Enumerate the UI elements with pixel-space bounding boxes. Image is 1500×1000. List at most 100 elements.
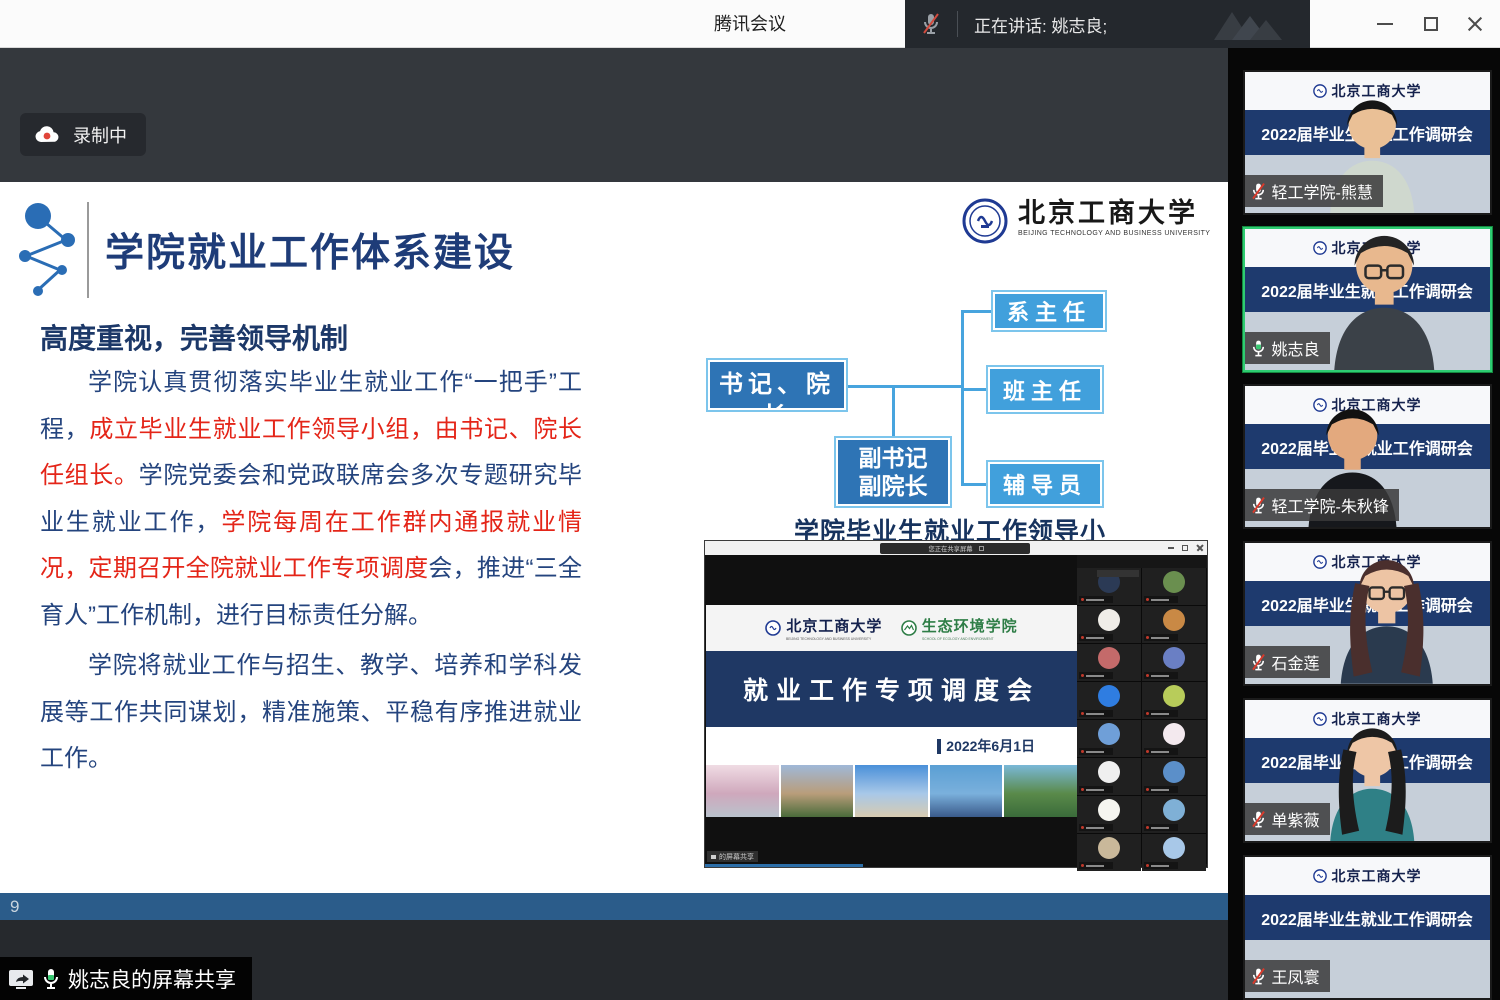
mic-muted-icon xyxy=(1251,967,1266,986)
inner-name-label xyxy=(1079,786,1113,793)
org-connector xyxy=(892,385,895,440)
inner-name-label xyxy=(1079,634,1113,641)
inner-name-label xyxy=(1144,672,1178,679)
virtual-bg-logo-band: 北京工商大学 xyxy=(1245,857,1490,895)
participants-sidebar: 北京工商大学 2022届毕业生就业工作调研会 轻工学院-熊慧 北京工商大学 20… xyxy=(1228,48,1500,1000)
inner-name-label xyxy=(1144,786,1178,793)
virtual-bg-university-name: 北京工商大学 xyxy=(1332,866,1422,886)
participant-name-tag: 王凤寰 xyxy=(1245,960,1330,992)
recording-badge[interactable]: 录制中 xyxy=(20,113,146,156)
inner-mic-muted-icon xyxy=(1146,636,1149,639)
slide-body-text: 学院认真贯彻落实毕业生就业工作“一把手”工程，成立毕业生就业工作领导小组，由书记… xyxy=(40,360,582,783)
participant-name-tag: 轻工学院-朱秋锋 xyxy=(1245,489,1399,521)
inner-participant-tile xyxy=(1077,796,1141,833)
inner-mic-muted-icon xyxy=(1146,674,1149,677)
inner-participant-tile xyxy=(1142,568,1206,605)
inner-pill-icon xyxy=(979,546,984,551)
inner-logo-ecology: 生态环境学院 SCHOOL OF ECOLOGY AND ENVIRONMENT xyxy=(901,615,1018,641)
inner-participant-tile xyxy=(1077,644,1141,681)
inner-logo-ecology-name: 生态环境学院 xyxy=(922,615,1018,636)
participant-video-tile[interactable]: 北京工商大学 2022届毕业生就业工作调研会 轻工学院-朱秋锋 xyxy=(1243,384,1492,529)
inner-participant-tile xyxy=(1142,796,1206,833)
inner-participant-tile xyxy=(1142,720,1206,757)
speaking-status-text: 正在讲话: 姚志良; xyxy=(974,12,1107,37)
mic-muted-icon xyxy=(1251,810,1266,829)
org-connector xyxy=(846,385,964,388)
inner-participant-tile xyxy=(1142,834,1206,871)
campus-photo-strip xyxy=(706,765,1077,817)
inner-name-label xyxy=(1144,710,1178,717)
recording-label: 录制中 xyxy=(73,122,127,148)
inner-avatar xyxy=(1098,837,1120,859)
inner-avatar xyxy=(1163,571,1185,593)
campus-photo xyxy=(781,765,854,817)
shared-screen-top-strip: 录制中 xyxy=(0,48,1228,182)
mic-on-icon xyxy=(42,967,60,991)
paragraph-1: 学院认真贯彻落实毕业生就业工作“一把手”工程，成立毕业生就业工作领导小组，由书记… xyxy=(40,360,582,639)
inner-avatar xyxy=(1163,723,1185,745)
participant-video-tile[interactable]: 北京工商大学 2022届毕业生就业工作调研会 姚志良 xyxy=(1243,227,1492,372)
inner-name-label xyxy=(1144,862,1178,869)
university-emblem-icon xyxy=(1313,869,1327,883)
inner-mic-muted-icon xyxy=(1081,674,1084,677)
inner-avatar xyxy=(1098,723,1120,745)
participant-video-tile[interactable]: 北京工商大学 2022届毕业生就业工作调研会 单紫薇 xyxy=(1243,698,1492,843)
inner-name-label xyxy=(1079,824,1113,831)
inner-mic-muted-icon xyxy=(1146,750,1149,753)
inner-mic-muted-icon xyxy=(1146,864,1149,867)
minimize-icon xyxy=(1377,23,1393,25)
inner-share-icon xyxy=(711,855,716,859)
org-node-deputy: 副书记 副院长 xyxy=(836,438,950,506)
participant-video-tile[interactable]: 北京工商大学 2022届毕业生就业工作调研会 xyxy=(1243,541,1492,686)
minimize-button[interactable] xyxy=(1362,0,1408,48)
inner-maximize-icon xyxy=(1182,545,1188,551)
inner-participant-tile xyxy=(1077,758,1141,795)
divider xyxy=(957,11,958,37)
participant-name: 轻工学院-熊慧 xyxy=(1272,179,1373,203)
inner-mic-muted-icon xyxy=(1146,788,1149,791)
participant-name-tag: 轻工学院-熊慧 xyxy=(1245,175,1383,207)
campus-photo xyxy=(930,765,1003,817)
org-connector xyxy=(961,483,990,486)
inner-sharing-pill: 您正在共享屏幕 xyxy=(880,543,1030,554)
participant-name: 王凤寰 xyxy=(1272,964,1320,988)
maximize-button[interactable] xyxy=(1408,0,1454,48)
inner-avatar xyxy=(1163,799,1185,821)
inner-share-label: 的屏幕共享 xyxy=(707,851,758,862)
inner-participant-tile xyxy=(1077,606,1141,643)
inner-avatar xyxy=(1163,647,1185,669)
campus-photo xyxy=(1004,765,1077,817)
inner-avatar xyxy=(1098,799,1120,821)
org-connector xyxy=(961,310,964,486)
inner-mic-muted-icon xyxy=(1146,826,1149,829)
meeting-logo-icon xyxy=(1212,6,1292,47)
campus-photo xyxy=(706,765,779,817)
inner-progress-bar xyxy=(705,864,863,867)
inner-slide-title: 就业工作专项调度会 xyxy=(706,651,1077,727)
org-node-leader: 书记、院长 xyxy=(708,360,846,410)
inner-window-titlebar: 您正在共享屏幕 xyxy=(705,541,1207,555)
inner-close-icon xyxy=(1196,544,1203,551)
inner-slide-date: 2022年6月1日 xyxy=(937,736,1035,756)
inner-avatar xyxy=(1098,761,1120,783)
embedded-meeting-screenshot: 您正在共享屏幕 北京工商大学 xyxy=(705,541,1207,867)
inner-name-label xyxy=(1079,672,1113,679)
org-node-counselor: 辅导员 xyxy=(988,462,1102,506)
inner-name-label xyxy=(1079,596,1113,603)
inner-participant-tile xyxy=(1142,644,1206,681)
close-button[interactable] xyxy=(1452,0,1498,48)
inner-avatar xyxy=(1163,609,1185,631)
participant-video-tile[interactable]: 北京工商大学 2022届毕业生就业工作调研会 轻工学院-熊慧 xyxy=(1243,70,1492,215)
university-name-en: BEIJING TECHNOLOGY AND BUSINESS UNIVERSI… xyxy=(1018,230,1210,237)
mic-muted-icon xyxy=(1251,496,1266,515)
university-name: 北京工商大学 xyxy=(1018,198,1210,228)
mic-muted-icon xyxy=(1251,653,1266,672)
screen-share-status-text: 姚志良的屏幕共享 xyxy=(68,964,236,994)
participant-video-tile[interactable]: 北京工商大学 2022届毕业生就业工作调研会 王凤寰 xyxy=(1243,855,1492,1000)
participant-name: 姚志良 xyxy=(1272,336,1320,360)
inner-logo-btbu: 北京工商大学 BEIJING TECHNOLOGY AND BUSINESS U… xyxy=(765,615,886,641)
speaking-status-banner[interactable]: 正在讲话: 姚志良; xyxy=(905,0,1310,48)
inner-name-label xyxy=(1144,748,1178,755)
mic-on-icon xyxy=(1251,339,1266,358)
screen-share-status-banner: 姚志良的屏幕共享 xyxy=(0,957,252,1000)
